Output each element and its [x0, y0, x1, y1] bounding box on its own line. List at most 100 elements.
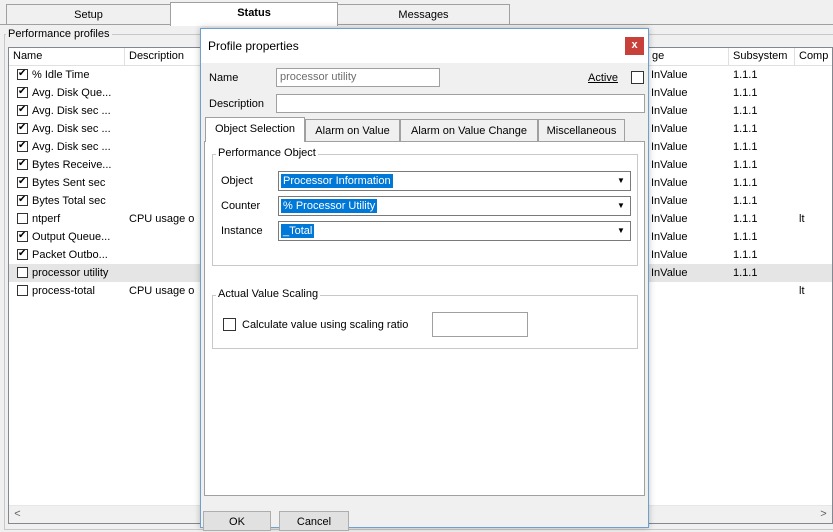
name-field[interactable]: processor utility — [276, 68, 440, 87]
row-name: % Idle Time — [32, 69, 90, 81]
chevron-down-icon[interactable]: ▼ — [614, 224, 628, 238]
row-checkbox[interactable] — [17, 69, 28, 80]
tab-divider — [0, 24, 833, 25]
scaling-ratio-field[interactable] — [432, 312, 528, 337]
counter-value: % Processor Utility — [281, 199, 378, 213]
row-name: Avg. Disk sec ... — [32, 105, 111, 117]
row-subsystem: 1.1.1 — [733, 213, 758, 225]
row-name: Bytes Receive... — [32, 159, 112, 171]
tab-alarm-on-value-change[interactable]: Alarm on Value Change — [400, 119, 538, 141]
row-comp: lt — [799, 213, 805, 225]
counter-dropdown[interactable]: % Processor Utility ▼ — [278, 196, 631, 216]
column-header-description[interactable]: Description — [125, 48, 205, 65]
tab-object-selection-label: Object Selection — [214, 123, 296, 135]
row-desc — [129, 84, 205, 102]
row-comp — [799, 246, 832, 264]
object-dropdown[interactable]: Processor Information ▼ — [278, 171, 631, 191]
row-checkbox[interactable] — [17, 177, 28, 188]
row-checkbox[interactable] — [17, 267, 28, 278]
performance-profiles-label: Performance profiles — [6, 28, 112, 41]
row-checkbox[interactable] — [17, 87, 28, 98]
row-comp — [799, 120, 832, 138]
close-icon[interactable]: x — [625, 37, 644, 55]
row-name: Bytes Total sec — [32, 195, 106, 207]
tab-status[interactable]: Status — [170, 2, 338, 26]
row-value: InValue — [651, 69, 688, 81]
row-checkbox[interactable] — [17, 195, 28, 206]
row-comp — [799, 102, 832, 120]
tab-object-selection[interactable]: Object Selection — [205, 117, 305, 142]
row-checkbox[interactable] — [17, 213, 28, 224]
row-desc — [129, 264, 205, 282]
dialog-title: Profile properties — [208, 39, 299, 53]
object-label: Object — [221, 175, 253, 187]
column-header-subsystem[interactable]: Subsystem — [729, 48, 795, 65]
row-value: InValue — [651, 123, 688, 135]
tab-messages[interactable]: Messages — [337, 4, 510, 24]
chevron-down-icon[interactable]: ▼ — [614, 199, 628, 213]
tab-alarm-on-value-label: Alarm on Value — [315, 125, 390, 137]
row-comp — [799, 174, 832, 192]
row-value: InValue — [651, 231, 688, 243]
row-value: InValue — [651, 87, 688, 99]
tab-miscellaneous-label: Miscellaneous — [546, 125, 617, 137]
active-label: Active — [588, 72, 618, 84]
tab-messages-label: Messages — [398, 9, 449, 21]
row-checkbox[interactable] — [17, 285, 28, 296]
tab-setup[interactable]: Setup — [6, 4, 171, 24]
row-comp — [799, 66, 832, 84]
scroll-right-icon[interactable]: > — [815, 506, 832, 523]
row-value: InValue — [651, 177, 688, 189]
description-label: Description — [209, 98, 265, 110]
row-value: InValue — [651, 195, 688, 207]
scroll-left-icon[interactable]: < — [9, 506, 26, 523]
row-subsystem: 1.1.1 — [733, 105, 758, 117]
row-name: Avg. Disk sec ... — [32, 123, 111, 135]
tab-miscellaneous[interactable]: Miscellaneous — [538, 119, 625, 141]
scaling-label: Calculate value using scaling ratio — [242, 319, 409, 331]
tab-alarm-on-value-change-label: Alarm on Value Change — [411, 125, 527, 137]
description-field[interactable] — [276, 94, 645, 113]
cancel-button[interactable]: Cancel — [279, 511, 349, 531]
row-checkbox[interactable] — [17, 159, 28, 170]
row-desc: CPU usage o — [129, 213, 195, 225]
row-subsystem: 1.1.1 — [733, 141, 758, 153]
row-desc — [129, 156, 205, 174]
row-desc — [129, 246, 205, 264]
row-comp — [799, 264, 832, 282]
scaling-checkbox[interactable] — [223, 318, 236, 331]
row-desc — [129, 192, 205, 210]
chevron-down-icon[interactable]: ▼ — [614, 174, 628, 188]
row-name: process-total — [32, 285, 95, 297]
active-checkbox[interactable] — [631, 71, 644, 84]
row-name: Avg. Disk Que... — [32, 87, 112, 99]
row-value: InValue — [651, 159, 688, 171]
row-checkbox[interactable] — [17, 231, 28, 242]
row-value: InValue — [651, 141, 688, 153]
row-subsystem: 1.1.1 — [733, 159, 758, 171]
row-subsystem — [733, 282, 795, 300]
row-comp — [799, 156, 832, 174]
row-checkbox[interactable] — [17, 249, 28, 260]
row-checkbox[interactable] — [17, 141, 28, 152]
tab-alarm-on-value[interactable]: Alarm on Value — [305, 119, 400, 141]
row-subsystem: 1.1.1 — [733, 177, 758, 189]
instance-label: Instance — [221, 225, 263, 237]
row-name: Avg. Disk sec ... — [32, 141, 111, 153]
tab-status-label: Status — [237, 7, 271, 19]
column-header-name[interactable]: Name — [9, 48, 125, 65]
row-subsystem: 1.1.1 — [733, 123, 758, 135]
performance-object-label: Performance Object — [216, 147, 318, 160]
ok-button[interactable]: OK — [203, 511, 271, 531]
row-checkbox[interactable] — [17, 123, 28, 134]
dialog-titlebar[interactable]: Profile properties x — [201, 29, 648, 63]
row-comp: lt — [799, 285, 805, 297]
row-checkbox[interactable] — [17, 105, 28, 116]
row-name: ntperf — [32, 213, 61, 225]
row-name: Bytes Sent sec — [32, 177, 106, 189]
row-name: processor utility — [32, 267, 109, 279]
instance-dropdown[interactable]: _Total ▼ — [278, 221, 631, 241]
column-header-comp[interactable]: Comp — [795, 48, 832, 65]
column-header-value[interactable]: ge — [647, 48, 729, 65]
row-value: InValue — [651, 105, 688, 117]
